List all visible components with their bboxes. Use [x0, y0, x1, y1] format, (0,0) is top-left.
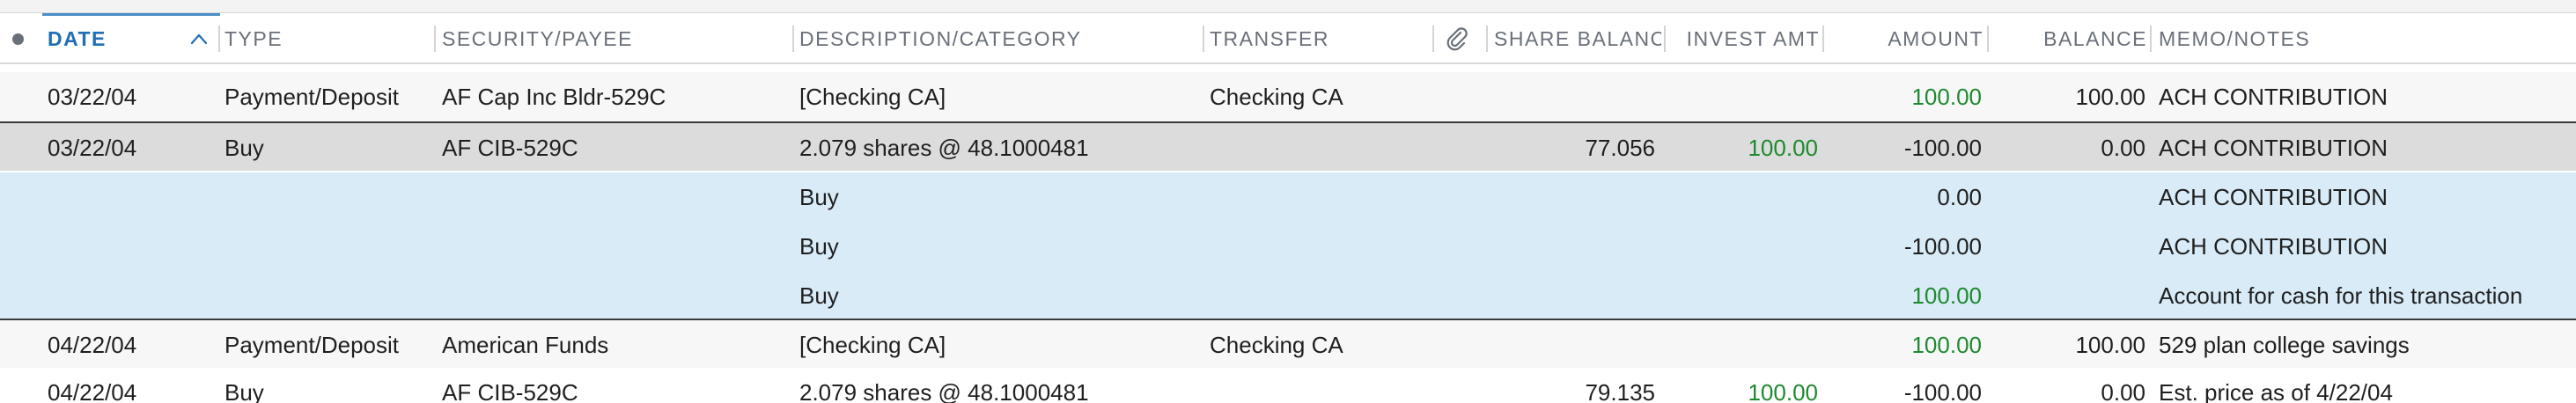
split-memo-cell[interactable]: Account for cash for this transaction — [2159, 271, 2572, 320]
column-header-balance[interactable]: BALANCE — [1991, 13, 2147, 64]
column-header-invest-amt[interactable]: INVEST AMT — [1668, 13, 1820, 64]
column-header-date[interactable]: DATE — [48, 13, 180, 64]
split-memo-cell[interactable]: ACH CONTRIBUTION — [2159, 172, 2572, 222]
column-header-transfer[interactable]: TRANSFER — [1210, 13, 1430, 64]
split-category-cell[interactable]: Buy — [799, 222, 1200, 271]
column-divider[interactable] — [792, 26, 794, 52]
memo-cell[interactable]: Est. price as of 4/22/04 — [2159, 368, 2572, 403]
transaction-row[interactable]: 03/22/04 Payment/Deposit AF Cap Inc Bldr… — [0, 72, 2576, 121]
date-cell[interactable]: 04/22/04 — [48, 320, 215, 370]
date-cell[interactable]: 04/22/04 — [48, 368, 215, 403]
memo-cell[interactable]: 529 plan college savings — [2159, 320, 2572, 370]
split-category-cell[interactable]: Buy — [799, 271, 1200, 320]
transfer-cell[interactable]: Checking CA — [1210, 320, 1430, 370]
balance-cell: 100.00 — [2075, 83, 2145, 110]
amount-cell[interactable]: 100.00 — [1827, 320, 1982, 370]
type-cell[interactable]: Buy — [224, 123, 431, 172]
status-dot-icon[interactable] — [12, 33, 24, 45]
column-divider[interactable] — [1822, 26, 1824, 52]
transfer-cell[interactable] — [1210, 368, 1430, 403]
investment-register: DATE TYPE SECURITY/PAYEE DESCRIPTION/CAT… — [0, 0, 2576, 403]
column-header-description[interactable]: DESCRIPTION/CATEGORY — [799, 13, 1196, 64]
balance-cell: 100.00 — [2075, 331, 2145, 358]
column-header-type[interactable]: TYPE — [224, 13, 427, 64]
split-line-row[interactable]: Buy -100.00 ACH CONTRIBUTION — [0, 222, 2576, 271]
column-header-share-balance[interactable]: SHARE BALANCE — [1494, 13, 1661, 64]
share-balance-cell: 77.056 — [1585, 134, 1655, 161]
split-amount-cell[interactable]: 0.00 — [1827, 172, 1982, 222]
amount-cell[interactable]: -100.00 — [1827, 123, 1982, 172]
security-cell[interactable]: American Funds — [442, 320, 790, 370]
column-divider[interactable] — [1432, 26, 1434, 52]
date-cell[interactable]: 03/22/04 — [48, 123, 215, 172]
type-cell[interactable]: Buy — [224, 368, 431, 403]
type-cell[interactable]: Payment/Deposit — [224, 72, 431, 121]
paperclip-icon[interactable] — [1444, 26, 1470, 52]
column-divider[interactable] — [1486, 26, 1488, 52]
share-balance-cell: 79.135 — [1585, 378, 1655, 403]
column-divider[interactable] — [434, 26, 436, 52]
column-header-security[interactable]: SECURITY/PAYEE — [442, 13, 785, 64]
description-cell[interactable]: 2.079 shares @ 48.1000481 — [799, 123, 1200, 172]
description-cell[interactable]: [Checking CA] — [799, 320, 1200, 370]
column-divider[interactable] — [1987, 26, 1989, 52]
split-line-row[interactable]: Buy 100.00 Account for cash for this tra… — [0, 271, 2576, 320]
balance-cell: 0.00 — [2101, 378, 2145, 403]
transaction-row[interactable]: 04/22/04 Buy AF CIB-529C 2.079 shares @ … — [0, 368, 2576, 403]
column-header-amount[interactable]: AMOUNT — [1827, 13, 1984, 64]
column-divider[interactable] — [1664, 26, 1666, 52]
share-balance-cell[interactable] — [1494, 72, 1655, 121]
amount-cell[interactable]: 100.00 — [1827, 72, 1982, 121]
invest-amt-cell[interactable] — [1668, 72, 1818, 121]
balance-cell: 0.00 — [2101, 134, 2145, 161]
share-balance-cell — [1494, 320, 1655, 370]
invest-amt-cell[interactable]: 100.00 — [1668, 123, 1818, 172]
transfer-cell[interactable] — [1210, 123, 1430, 172]
transfer-cell[interactable]: Checking CA — [1210, 72, 1430, 121]
split-line-row[interactable]: Buy 0.00 ACH CONTRIBUTION — [0, 172, 2576, 222]
amount-cell[interactable]: -100.00 — [1827, 368, 1982, 403]
transaction-row[interactable]: 04/22/04 Payment/Deposit American Funds … — [0, 319, 2576, 368]
memo-cell[interactable]: ACH CONTRIBUTION — [2159, 72, 2572, 121]
description-cell[interactable]: [Checking CA] — [799, 72, 1200, 121]
split-amount-cell[interactable]: -100.00 — [1827, 222, 1982, 271]
column-divider[interactable] — [218, 26, 220, 52]
column-header-row: DATE TYPE SECURITY/PAYEE DESCRIPTION/CAT… — [0, 13, 2576, 64]
split-memo-cell[interactable]: ACH CONTRIBUTION — [2159, 222, 2572, 271]
split-category-cell[interactable]: Buy — [799, 172, 1200, 222]
type-cell[interactable]: Payment/Deposit — [224, 320, 431, 370]
column-header-memo[interactable]: MEMO/NOTES — [2159, 13, 2564, 64]
memo-cell[interactable]: ACH CONTRIBUTION — [2159, 123, 2572, 172]
split-amount-cell[interactable]: 100.00 — [1827, 271, 1982, 320]
security-cell[interactable]: AF CIB-529C — [442, 368, 790, 403]
description-cell[interactable]: 2.079 shares @ 48.1000481 — [799, 368, 1200, 403]
chevron-up-icon[interactable] — [188, 27, 210, 50]
date-cell[interactable]: 03/22/04 — [48, 72, 215, 121]
top-strip — [0, 0, 2576, 13]
security-cell[interactable]: AF Cap Inc Bldr-529C — [442, 72, 790, 121]
invest-amt-cell[interactable] — [1668, 320, 1818, 370]
transaction-row-selected[interactable]: 03/22/04 Buy AF CIB-529C 2.079 shares @ … — [0, 121, 2576, 171]
column-divider[interactable] — [2150, 26, 2152, 52]
invest-amt-cell[interactable]: 100.00 — [1668, 368, 1818, 403]
column-divider[interactable] — [1203, 26, 1204, 52]
security-cell[interactable]: AF CIB-529C — [442, 123, 790, 172]
